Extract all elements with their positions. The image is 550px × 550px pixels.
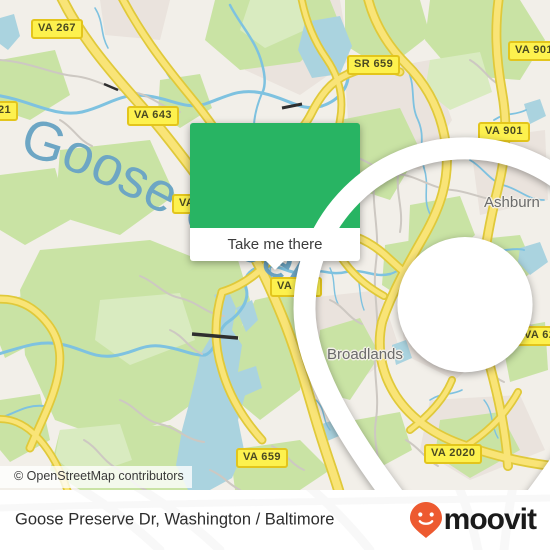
map-canvas[interactable]: Goose Creek VA 267 21 VA 643 SR 659 VA 9… bbox=[0, 0, 550, 490]
destination-popup[interactable]: Take me there bbox=[190, 123, 550, 490]
moovit-pin-smiley-icon bbox=[409, 502, 442, 538]
moovit-map-screenshot: Goose Creek VA 267 21 VA 643 SR 659 VA 9… bbox=[0, 0, 550, 550]
road-shield-21[interactable]: 21 bbox=[0, 101, 19, 121]
road-shield-va-901-north[interactable]: VA 901 bbox=[508, 41, 550, 61]
moovit-logo[interactable]: moovit bbox=[409, 501, 537, 539]
location-title: Goose Preserve Dr, Washington / Baltimor… bbox=[15, 510, 335, 529]
popup-image-area bbox=[190, 123, 550, 490]
popup-pointer-tail bbox=[265, 260, 285, 270]
map-pin-icon bbox=[293, 137, 550, 490]
map-attribution[interactable]: © OpenStreetMap contributors bbox=[0, 466, 192, 488]
moovit-wordmark: moovit bbox=[443, 503, 537, 536]
bottom-info-bar: Goose Preserve Dr, Washington / Baltimor… bbox=[0, 490, 550, 550]
popup-cta-area[interactable]: Take me there bbox=[190, 228, 360, 270]
road-shield-va-267[interactable]: VA 267 bbox=[31, 19, 83, 39]
take-me-there-label: Take me there bbox=[227, 236, 323, 253]
road-shield-sr-659[interactable]: SR 659 bbox=[347, 55, 401, 75]
road-shield-va-643[interactable]: VA 643 bbox=[127, 106, 179, 126]
